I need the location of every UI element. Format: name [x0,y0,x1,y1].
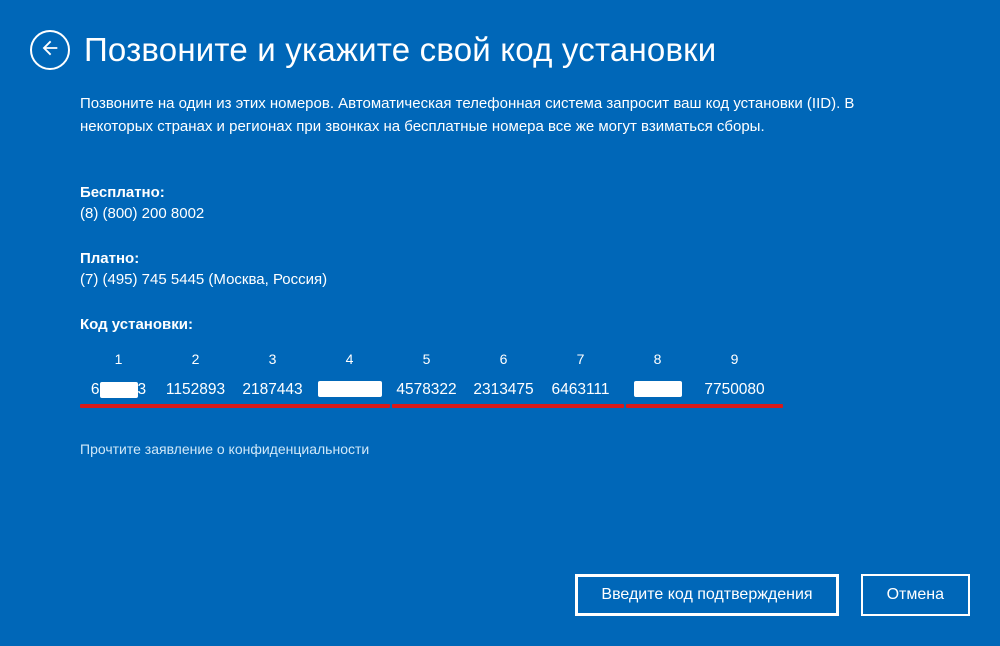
install-code-table: 1 2 3 4 5 6 7 8 9 63 1152893 2187443 457… [80,351,780,399]
free-label: Бесплатно: [80,184,920,201]
code-col-header: 8 [619,351,696,381]
back-arrow-icon [39,37,61,64]
obscured-digits [318,381,382,397]
code-col-header: 6 [465,351,542,381]
red-underline [80,404,390,408]
code-col-header: 5 [388,351,465,381]
install-code-label: Код установки: [80,316,920,333]
privacy-statement-link[interactable]: Прочтите заявление о конфиденциальности [80,441,920,457]
code-group-8 [619,381,696,399]
page-title: Позвоните и укажите свой код установки [84,31,716,69]
instruction-text: Позвоните на один из этих номеров. Автом… [80,92,920,139]
code-col-header: 2 [157,351,234,381]
paid-label: Платно: [80,250,920,267]
paid-number: (7) (495) 745 5445 (Москва, Россия) [80,271,920,288]
code-col-header: 1 [80,351,157,381]
code-col-header: 7 [542,351,619,381]
obscured-digits [634,381,682,397]
red-underline [626,404,783,408]
cancel-button[interactable]: Отмена [861,574,970,616]
enter-confirmation-code-button[interactable]: Введите код подтверждения [575,574,838,616]
code-col-header: 4 [311,351,388,381]
code-group-6: 2313475 [465,381,542,399]
code-col-header: 3 [234,351,311,381]
code-group-7: 6463111 [542,381,619,399]
obscured-digits [100,382,138,398]
red-underline [392,404,624,408]
code-group-5: 4578322 [388,381,465,399]
code-group-4 [311,381,388,399]
code-group-2: 1152893 [157,381,234,399]
code-col-header: 9 [696,351,773,381]
code-group-1: 63 [80,381,157,399]
code-group-3: 2187443 [234,381,311,399]
code-group-9: 7750080 [696,381,773,399]
back-button[interactable] [30,30,70,70]
free-number: (8) (800) 200 8002 [80,205,920,222]
